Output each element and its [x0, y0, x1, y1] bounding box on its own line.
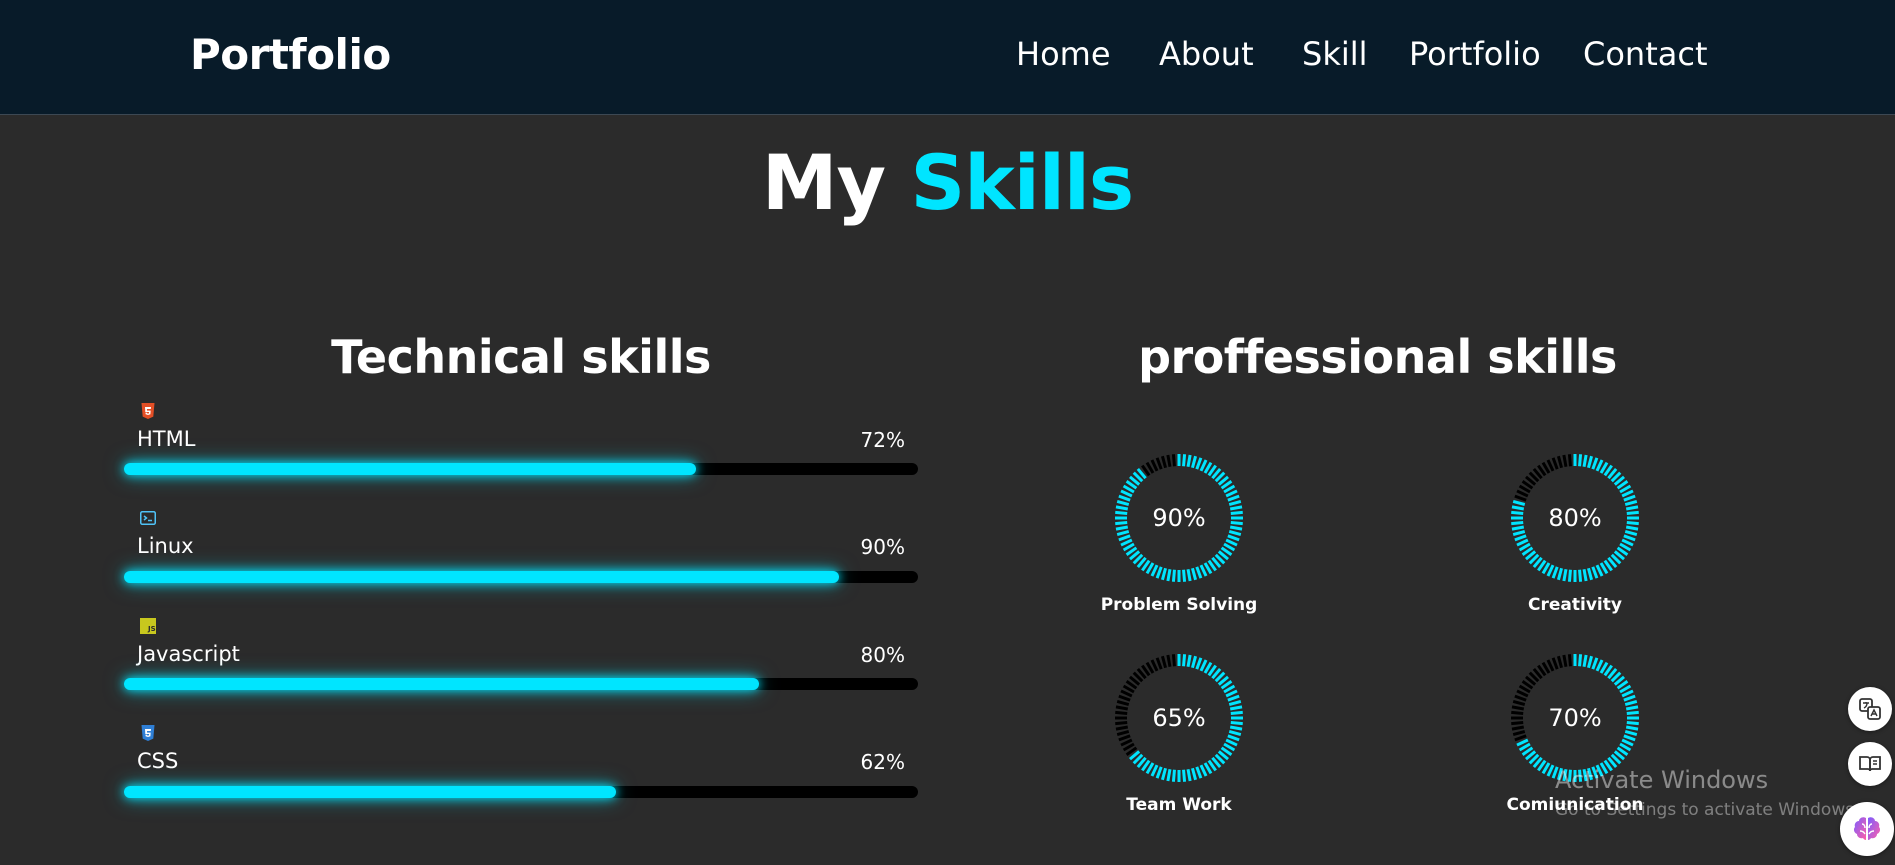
radial-progress-creativity: 80%: [1510, 453, 1640, 583]
nav-home[interactable]: Home: [1016, 35, 1111, 73]
html5-icon: [141, 403, 155, 419]
terminal-icon: [140, 511, 156, 525]
radial-percent: 80%: [1548, 504, 1602, 532]
radial-progress-communication: 70%: [1510, 653, 1640, 783]
progress-track: [124, 571, 918, 583]
radial-label: Problem Solving: [1100, 595, 1258, 615]
progress-fill: [124, 463, 696, 475]
radial-percent: 65%: [1152, 704, 1206, 732]
radial-label: Team Work: [1126, 795, 1232, 815]
svg-text:JS: JS: [147, 625, 156, 633]
section-title-accent: Skills: [910, 138, 1134, 227]
progress-track: [124, 678, 918, 690]
radial-label: Creativity: [1528, 595, 1622, 615]
translate-button[interactable]: [1848, 687, 1892, 731]
radial-progress-problem-solving: 90%: [1114, 453, 1244, 583]
section-title-plain: My: [761, 138, 886, 227]
skill-name: HTML: [137, 427, 196, 451]
skill-name: CSS: [137, 749, 179, 773]
reader-icon: [1859, 756, 1881, 772]
progress-track: [124, 786, 918, 798]
brain-icon: [1853, 817, 1881, 840]
skill-percent: 80%: [860, 643, 905, 667]
activate-windows-subtitle: Go to Settings to activate Windows.: [1555, 800, 1860, 820]
skill-percent: 90%: [860, 535, 905, 559]
js-icon: JS: [140, 618, 156, 634]
css3-icon: [141, 725, 155, 741]
progress-fill: [124, 571, 839, 583]
radial-percent: 70%: [1548, 704, 1602, 732]
radial-percent: 90%: [1152, 504, 1206, 532]
progress-fill: [124, 786, 617, 798]
nav-portfolio[interactable]: Portfolio: [1409, 35, 1541, 73]
progress-track: [124, 463, 918, 475]
reader-button[interactable]: [1848, 742, 1892, 786]
radial-progress-team-work: 65%: [1114, 653, 1244, 783]
translate-icon: [1859, 698, 1881, 720]
technical-skills-title: Technical skills: [331, 330, 711, 384]
activate-windows-title: Activate Windows: [1555, 766, 1769, 794]
progress-fill: [124, 678, 760, 690]
skill-percent: 62%: [860, 750, 905, 774]
nav-about[interactable]: About: [1159, 35, 1254, 73]
skill-percent: 72%: [860, 428, 905, 452]
nav-contact[interactable]: Contact: [1583, 35, 1708, 73]
nav-skill[interactable]: Skill: [1302, 35, 1368, 73]
skill-name: Javascript: [137, 642, 240, 666]
section-title: My Skills: [0, 138, 1895, 227]
navbar: Portfolio Home About Skill Portfolio Con…: [0, 0, 1895, 115]
ai-assistant-button[interactable]: [1840, 802, 1894, 856]
logo[interactable]: Portfolio: [190, 30, 391, 79]
skill-name: Linux: [137, 534, 194, 558]
professional-skills-title: proffessional skills: [1138, 330, 1617, 384]
